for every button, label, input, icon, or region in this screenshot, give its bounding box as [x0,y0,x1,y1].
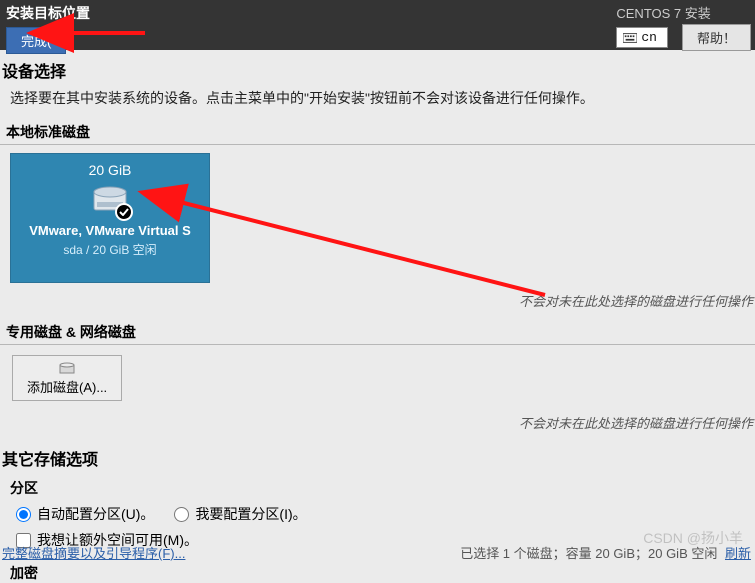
partition-radio-group: 自动配置分区(U)。 我要配置分区(I)。 [6,498,755,528]
disk-icon-wrap [93,184,127,217]
page-title: 安装目标位置 [0,0,230,25]
done-button[interactable]: 完成( [6,27,66,54]
manual-partition-label: 我要配置分区(I)。 [195,504,306,524]
partition-label: 分区 [6,474,755,498]
refresh-link[interactable]: 刷新 [725,546,751,561]
header-right: CENTOS 7 安装 cn 帮助！ [616,0,755,51]
special-disk-note: 不会对未在此处选择的磁盘进行任何操作 [0,405,755,438]
auto-partition-label: 自动配置分区(U)。 [37,504,154,524]
device-select-heading: 设备选择 [0,50,755,84]
disk-name: VMware, VMware Virtual S [29,223,191,238]
help-button[interactable]: 帮助！ [682,24,751,51]
local-disk-note: 不会对未在此处选择的磁盘进行任何操作 [0,283,755,316]
distro-label: CENTOS 7 安装 [616,0,710,22]
local-disk-list: 20 GiB VMware, VMware Virtual S sda / 20… [0,149,755,283]
divider [0,344,755,345]
device-select-description: 选择要在其中安装系统的设备。点击主菜单中的"开始安装"按钮前不会对该设备进行任何… [0,84,755,116]
keyboard-icon [623,33,637,43]
manual-partition-radio[interactable] [174,507,189,522]
keyboard-indicator[interactable]: cn [616,27,668,48]
local-disks-heading: 本地标准磁盘 [0,116,755,144]
header-bar: 安装目标位置 完成( CENTOS 7 安装 cn 帮助！ [0,0,755,50]
auto-partition-radio[interactable] [16,507,31,522]
header-left: 安装目标位置 完成( [0,0,230,54]
footer-bar: 完整磁盘摘要以及引导程序(F)... 已选择 1 个磁盘；容量 20 GiB；2… [0,541,755,562]
disk-card-sda[interactable]: 20 GiB VMware, VMware Virtual S sda / 20… [10,153,210,283]
disk-subinfo: sda / 20 GiB 空闲 [63,241,156,258]
selection-status: 已选择 1 个磁盘；容量 20 GiB；20 GiB 空闲 刷新 [460,543,751,562]
special-disks-heading: 专用磁盘 & 网络磁盘 [0,316,755,344]
auto-partition-option[interactable]: 自动配置分区(U)。 [16,504,154,524]
storage-options-heading: 其它存储选项 [0,438,755,472]
manual-partition-option[interactable]: 我要配置分区(I)。 [174,504,306,524]
add-disk-button[interactable]: 添加磁盘(A)... [12,355,122,401]
add-disk-label: 添加磁盘(A)... [27,377,107,396]
add-disk-icon [59,362,75,374]
divider [0,144,755,145]
disk-size: 20 GiB [89,162,132,178]
keyboard-layout: cn [641,30,657,45]
disk-summary-link[interactable]: 完整磁盘摘要以及引导程序(F)... [2,543,185,562]
status-text: 已选择 1 个磁盘；容量 20 GiB；20 GiB 空闲 [460,546,717,561]
check-badge-icon [115,203,133,221]
